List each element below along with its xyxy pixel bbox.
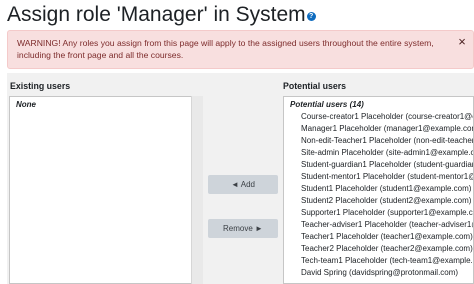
potential-user-option[interactable]: Manager1 Placeholder (manager1@example.c…: [301, 123, 473, 135]
potential-user-option[interactable]: Student2 Placeholder (student2@example.c…: [301, 195, 473, 207]
add-button[interactable]: ◄ Add: [208, 175, 278, 194]
potential-user-option[interactable]: Student1 Placeholder (student1@example.c…: [301, 183, 473, 195]
page-title: Assign role 'Manager' in System ?: [7, 3, 316, 27]
potential-users-group-label: Potential users (14): [290, 100, 364, 109]
help-icon[interactable]: ?: [306, 12, 316, 21]
potential-user-option[interactable]: Student-mentor1 Placeholder (student-men…: [301, 171, 473, 183]
page-title-text: Assign role 'Manager' in System: [7, 3, 306, 26]
potential-user-option[interactable]: Teacher1 Placeholder (teacher1@example.c…: [301, 231, 473, 243]
warning-alert: WARNING! Any roles you assign from this …: [7, 30, 474, 69]
potential-user-option[interactable]: Teacher-adviser1 Placeholder (teacher-ad…: [301, 219, 473, 231]
potential-user-option[interactable]: Non-edit-Teacher1 Placeholder (non-edit-…: [301, 135, 473, 147]
existing-users-label: Existing users: [10, 81, 71, 91]
remove-button[interactable]: Remove ►: [208, 219, 278, 238]
potential-users-select[interactable]: Potential users (14) Course-creator1 Pla…: [283, 96, 474, 284]
potential-user-option[interactable]: Teacher2 Placeholder (teacher2@example.c…: [301, 243, 473, 255]
existing-users-group-label: None: [16, 100, 36, 109]
existing-users-scrollbar[interactable]: [191, 96, 203, 284]
warning-message: WARNING! Any roles you assign from this …: [17, 38, 434, 60]
potential-user-option[interactable]: Site-admin Placeholder (site-admin1@exam…: [301, 147, 473, 159]
potential-user-option[interactable]: Course-creator1 Placeholder (course-crea…: [301, 111, 473, 123]
potential-user-option[interactable]: Tech-team1 Placeholder (tech-team1@examp…: [301, 255, 473, 267]
potential-users-label: Potential users: [283, 81, 347, 91]
potential-user-option[interactable]: Supporter1 Placeholder (supporter1@examp…: [301, 207, 473, 219]
potential-user-option[interactable]: David Spring (davidspring@protonmail.com…: [301, 267, 473, 279]
potential-user-option[interactable]: Student-guardian1 Placeholder (student-g…: [301, 159, 473, 171]
potential-users-list: Course-creator1 Placeholder (course-crea…: [301, 111, 473, 279]
existing-users-select[interactable]: None: [9, 96, 203, 284]
close-icon[interactable]: ×: [456, 35, 468, 48]
